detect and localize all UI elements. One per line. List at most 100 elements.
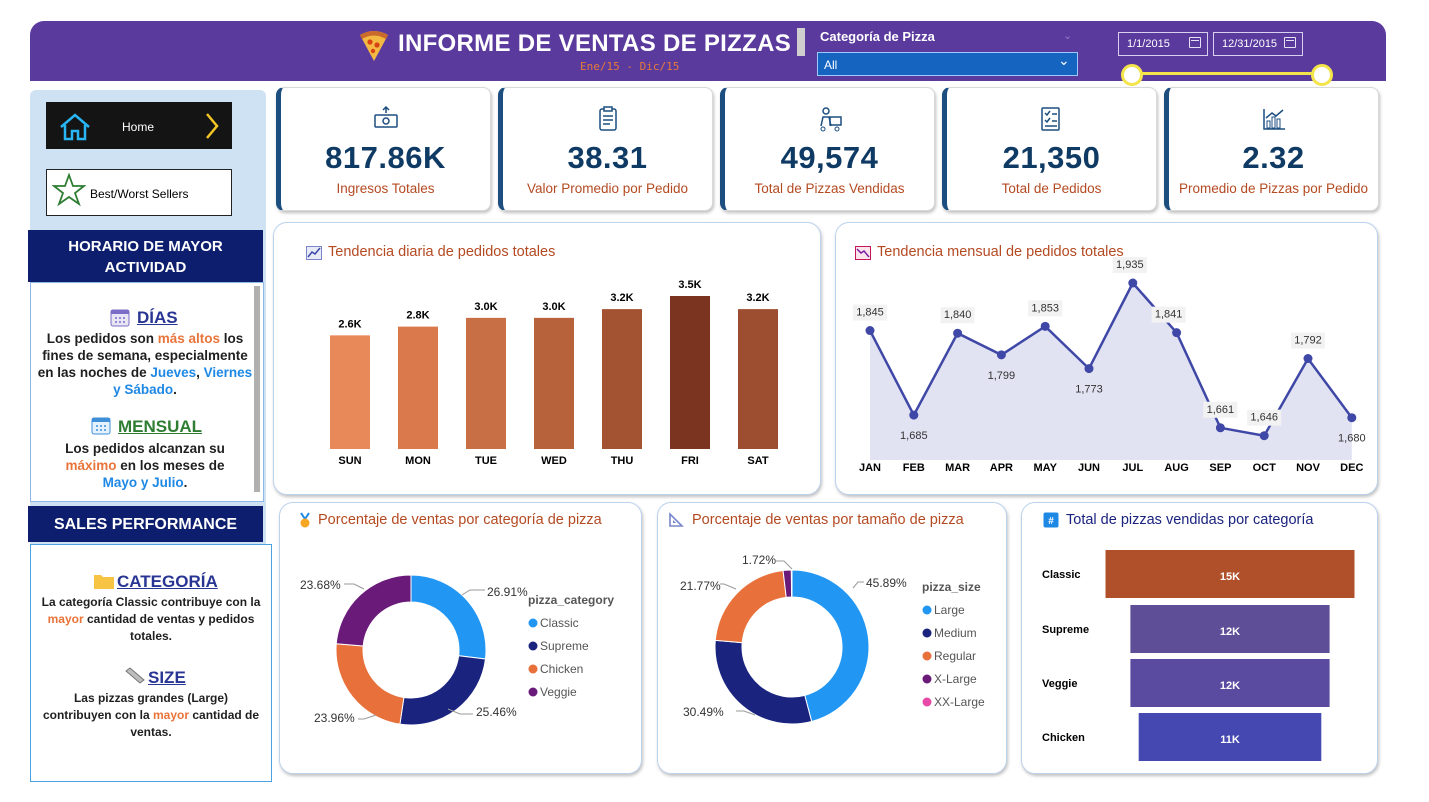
calendar-icon[interactable] [1189,37,1201,48]
data-point [953,328,963,338]
x-tick-label: TUE [475,455,497,467]
slice-classic [410,574,487,660]
legend-title: pizza_category [528,593,614,607]
pizzas-by-category-card: # Total de pizzas vendidas por categoría… [1021,502,1378,774]
bar-data-label: 3.2K [610,292,633,304]
chevron-down-icon[interactable]: ⌄ [1058,52,1070,69]
x-tick-label: WED [541,455,567,467]
date-slider-end-handle[interactable] [1311,64,1333,86]
slice-pct-label: 26.91% [487,585,528,599]
y-category-label: Chicken [1042,732,1085,744]
y-category-label: Classic [1042,569,1081,581]
bar-tue [466,317,506,449]
legend-title: pizza_size [922,580,981,594]
x-tick-label: JUL [1122,462,1143,474]
legend-item: Chicken [540,662,583,676]
x-tick-label: MAR [945,462,970,474]
data-point [1259,431,1269,441]
x-tick-label: JAN [859,462,881,474]
calendar-icon [91,417,111,435]
ruler-icon [125,667,145,684]
x-tick-label: THU [611,455,634,467]
point-data-label: 1,685 [900,430,928,442]
leader-line [344,583,365,590]
start-date-input[interactable]: 1/1/2015 [1118,32,1208,56]
size-title: SIZE [148,668,186,687]
point-data-label: 1,773 [1075,384,1103,396]
slice-pct-label: 45.89% [866,576,907,590]
kpi-label: Total de Pedidos [1001,181,1102,196]
dashboard: INFORME DE VENTAS DE PIZZAS Ene/15 - Dic… [0,0,1429,802]
size-text: Las pizzas grandes (Large) contribuyen c… [42,691,260,739]
category-dropdown[interactable] [817,52,1078,76]
legend-marker [922,674,932,684]
end-date-input[interactable]: 12/31/2015 [1213,32,1303,56]
x-tick-label: SEP [1209,462,1231,474]
calendar-icon[interactable] [1284,37,1296,48]
legend-marker [922,605,932,615]
start-date-value: 1/1/2015 [1127,38,1170,50]
bar-sat [738,309,778,449]
point-data-label: 1,840 [944,309,972,321]
slicer-collapse-icon[interactable]: ⌄ [1063,29,1072,42]
kpi-value: 38.31 [567,140,648,175]
bar-data-label: 15K [1220,571,1240,583]
horario-header: HORARIO DE MAYOR ACTIVIDAD [28,230,263,282]
category-slicer-label: Categoría de Pizza [820,29,935,44]
clipboard-icon [598,106,617,131]
slice-pct-label: 1.72% [742,553,776,567]
slice-pct-label: 30.49% [683,705,724,719]
home-icon [60,113,90,141]
kpi-label: Ingresos Totales [336,181,435,196]
chevron-right-icon [206,113,219,139]
legend-marker [922,628,932,638]
dias-text: Los pedidos son más altos los fines de s… [37,331,253,397]
point-data-label: 1,799 [988,370,1016,382]
legend-item: X-Large [934,672,977,686]
x-tick-label: FEB [903,462,925,474]
legend-item: Classic [540,616,579,630]
bar-data-label: 2.8K [406,310,429,322]
mensual-text: Los pedidos alcanzan su máximo en los me… [65,441,225,490]
bar-data-label: 3.5K [678,279,701,291]
kpi-card-total-pedidos: 21,350 Total de Pedidos [942,87,1157,211]
x-tick-label: NOV [1296,462,1321,474]
monthly-area-chart: 1,845 JAN 1,685 FEB 1,840 MAR 1,799 APR 1,853 MAY… [853,257,1366,474]
leader-line [461,589,485,596]
pizzas-by-category-chart: 15K Classic 12K Supreme 12K Veggie 11K Chicken [1042,550,1355,761]
leader-line [358,714,377,720]
legend-marker [528,618,538,628]
slice-pct-label: 21.77% [680,579,721,593]
data-point [865,326,875,336]
pizza-icon [360,31,388,61]
kpi-label: Promedio de Pizzas por Pedido [1178,181,1369,196]
leader-line [776,560,793,570]
leader-line [852,581,864,589]
legend-item: Large [934,603,965,617]
kpi-value: 49,574 [780,140,879,175]
data-point [1040,321,1050,331]
slice-veggie [335,574,412,647]
bar-thu [602,309,642,449]
page-subtitle: Ene/15 - Dic/15 [580,60,680,73]
calendar-icon [110,309,130,327]
page-title: INFORME DE VENTAS DE PIZZAS [398,30,792,57]
date-slider-start-handle[interactable] [1121,64,1143,86]
money-icon [373,106,398,128]
kpi-card-valor-promedio: 38.31 Valor Promedio por Pedido [498,87,713,211]
data-point [909,410,919,420]
slice-xx-large [790,569,793,598]
x-tick-label: FRI [681,455,699,467]
date-range-slider-track[interactable] [1130,72,1323,75]
legend-item: XX-Large [934,695,985,709]
point-data-label: 1,680 [1338,433,1366,445]
mensual-title: MENSUAL [118,417,203,436]
size-donut-chart: 45.89% 30.49% 21.77% 1.72% pizza_size Large Me… [680,553,985,725]
legend-item: Veggie [540,685,577,699]
data-point [1215,423,1225,433]
delivery-icon [819,107,842,132]
y-category-label: Veggie [1042,678,1077,690]
category-pct-card: Porcentaje de ventas por categoría de pi… [279,502,642,774]
point-data-label: 1,646 [1250,412,1278,424]
bar-data-label: 3.0K [542,301,565,313]
